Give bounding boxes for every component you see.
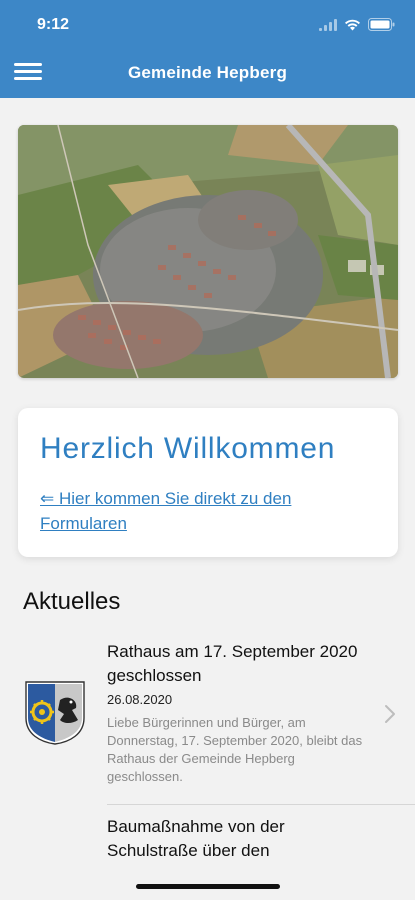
news-item-title: Rathaus am 17. September 2020 geschlosse… (107, 642, 358, 685)
status-bar: 9:12 (0, 14, 415, 38)
status-time: 9:12 (37, 16, 70, 33)
battery-icon (368, 18, 395, 31)
news-item-text: Rathaus am 17. September 2020 geschlosse… (107, 640, 367, 786)
wifi-icon (345, 19, 360, 30)
app-header: 9:12 Gemeinde Hepberg (0, 0, 415, 98)
status-icons (319, 18, 395, 31)
list-divider (107, 804, 415, 805)
news-item-title: Baumaßnahme von der Schulstraße über den (107, 817, 285, 860)
news-item-excerpt: Liebe Bürgerinnen und Bürger, am Donners… (107, 715, 363, 784)
news-section-title: Aktuelles (23, 588, 121, 615)
signal-icon (319, 18, 337, 31)
municipal-crest-icon (25, 681, 85, 745)
welcome-card: Herzlich Willkommen ⇐ Hier kommen Sie di… (18, 408, 398, 557)
aerial-village-illustration (18, 125, 398, 378)
welcome-heading: Herzlich Willkommen (40, 432, 336, 465)
news-item-date: 26.08.2020 (107, 692, 173, 707)
page-title: Gemeinde Hepberg (127, 63, 288, 82)
news-item-text: Baumaßnahme von der Schulstraße über den (107, 815, 367, 863)
hero-aerial-image (18, 125, 398, 378)
chevron-right-icon (385, 705, 395, 723)
navigation-bar: Gemeinde Hepberg (0, 55, 415, 91)
forms-link[interactable]: ⇐ Hier kommen Sie direkt zu den Formular… (40, 486, 340, 536)
news-item[interactable]: Rathaus am 17. September 2020 geschlosse… (0, 640, 415, 802)
home-indicator[interactable] (136, 884, 280, 889)
